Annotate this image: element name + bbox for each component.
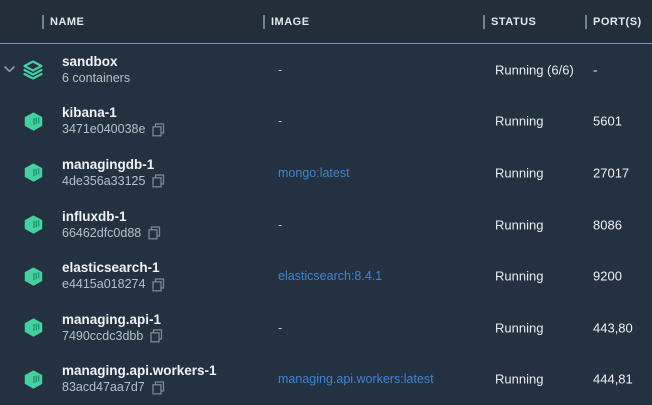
ports-cell: 444,81: [593, 372, 633, 387]
table-row[interactable]: managing.api-1 7490ccdc3dbb - Running 44…: [0, 302, 652, 354]
image-cell: -: [278, 218, 282, 232]
container-icon: [23, 215, 44, 235]
container-subtitle: 3471e040038e: [62, 121, 145, 138]
column-header-label: NAME: [50, 16, 84, 28]
column-header-ports[interactable]: PORT(S): [585, 0, 642, 43]
status-cell: Running (6/6): [495, 62, 574, 77]
table-row[interactable]: managing.api.workers-1 83acd47aa7d7 mana…: [0, 353, 652, 405]
image-cell: -: [278, 321, 282, 335]
container-name: managing.api-1: [62, 311, 163, 328]
status-cell: Running: [495, 165, 543, 180]
copy-icon[interactable]: [152, 174, 165, 188]
column-header-status[interactable]: STATUS: [483, 0, 536, 43]
container-subtitle: 6 containers: [62, 70, 130, 87]
expand-chevron-icon[interactable]: [4, 66, 16, 74]
column-resize-handle[interactable]: [585, 15, 587, 29]
table-row[interactable]: managingdb-1 4de356a33125 mongo:latest R…: [0, 147, 652, 199]
column-header-image[interactable]: IMAGE: [263, 0, 310, 43]
image-cell[interactable]: elasticsearch:8.4.1: [278, 269, 382, 283]
container-subtitle: 83acd47aa7d7: [62, 379, 145, 396]
container-icon: [23, 369, 44, 389]
container-name: sandbox: [62, 53, 130, 70]
container-name: managing.api.workers-1: [62, 362, 217, 379]
container-icon: [23, 111, 44, 131]
column-header-label: STATUS: [491, 16, 536, 28]
copy-icon[interactable]: [152, 278, 165, 292]
table-row[interactable]: influxdb-1 66462dfc0d88 - Running 8086: [0, 199, 652, 251]
status-cell: Running: [495, 269, 543, 284]
column-resize-handle[interactable]: [263, 15, 265, 29]
copy-icon[interactable]: [150, 329, 163, 343]
ports-cell: 9200: [593, 269, 622, 284]
container-subtitle: e4415a018274: [62, 276, 145, 293]
column-resize-handle[interactable]: [42, 15, 44, 29]
copy-icon[interactable]: [152, 123, 165, 137]
table-header: NAME IMAGE STATUS PORT(S): [0, 0, 652, 44]
ports-cell: 5601: [593, 114, 622, 129]
image-cell[interactable]: mongo:latest: [278, 166, 350, 180]
status-cell: Running: [495, 217, 543, 232]
container-icon: [23, 266, 44, 286]
container-name: kibana-1: [62, 104, 165, 121]
compose-stack-icon: [22, 59, 44, 80]
column-header-label: IMAGE: [271, 16, 310, 28]
ports-cell: 8086: [593, 217, 622, 232]
table-row[interactable]: elasticsearch-1 e4415a018274 elasticsear…: [0, 250, 652, 302]
container-subtitle: 4de356a33125: [62, 173, 145, 190]
container-name: managingdb-1: [62, 156, 165, 173]
copy-icon[interactable]: [148, 226, 161, 240]
column-header-name[interactable]: NAME: [42, 0, 84, 43]
containers-table: NAME IMAGE STATUS PORT(S): [0, 0, 652, 405]
column-resize-handle[interactable]: [483, 15, 485, 29]
container-subtitle: 7490ccdc3dbb: [62, 328, 143, 345]
status-cell: Running: [495, 320, 543, 335]
container-name: influxdb-1: [62, 208, 161, 225]
status-cell: Running: [495, 372, 543, 387]
container-icon: [23, 318, 44, 338]
copy-icon[interactable]: [152, 381, 165, 395]
table-row[interactable]: sandbox 6 containers - Running (6/6) -: [0, 44, 652, 96]
ports-cell: 443,80: [593, 320, 633, 335]
container-subtitle: 66462dfc0d88: [62, 225, 141, 242]
status-cell: Running: [495, 114, 543, 129]
ports-cell: 27017: [593, 165, 629, 180]
image-cell: -: [278, 114, 282, 128]
image-cell: -: [278, 63, 282, 77]
table-row[interactable]: kibana-1 3471e040038e - Running 5601: [0, 96, 652, 148]
ports-cell: -: [593, 62, 597, 77]
container-name: elasticsearch-1: [62, 259, 165, 276]
container-icon: [23, 163, 44, 183]
column-header-label: PORT(S): [593, 16, 642, 28]
table-rows: sandbox 6 containers - Running (6/6) -: [0, 44, 652, 405]
image-cell[interactable]: managing.api.workers:latest: [278, 372, 434, 386]
